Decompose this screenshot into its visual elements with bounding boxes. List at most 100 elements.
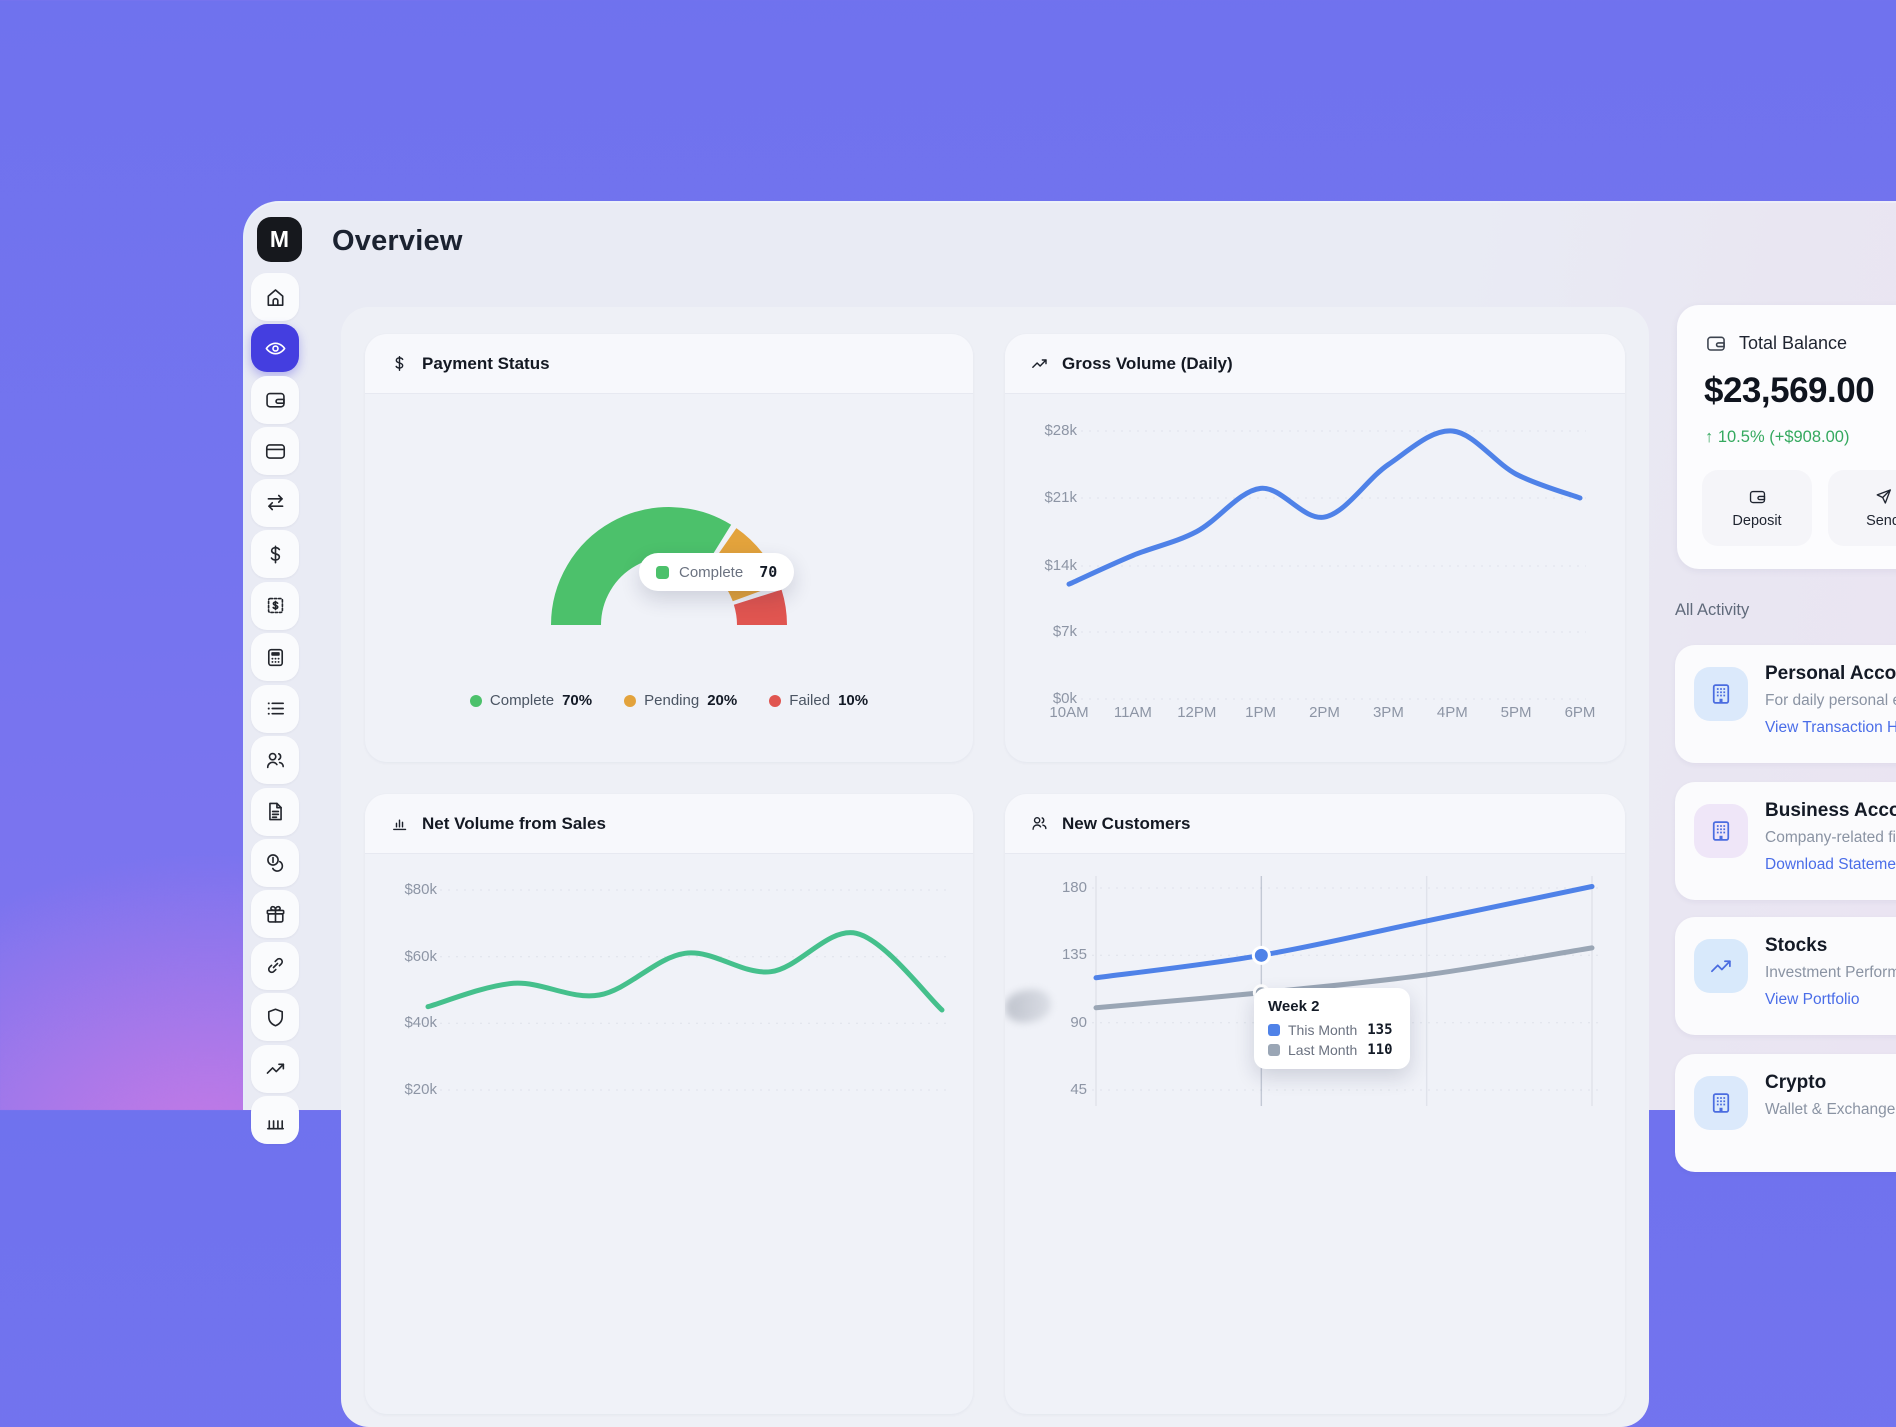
last-month-chip: [1268, 1044, 1280, 1056]
tooltip-row: Last Month 110: [1268, 1042, 1396, 1058]
coins-icon: [264, 851, 287, 874]
y-axis-label: 135: [1027, 946, 1087, 963]
all-activity-heading: All Activity: [1675, 601, 1749, 620]
sidebar-item-cards[interactable]: [251, 427, 299, 475]
activity-card-business-account[interactable]: Business Account Company-related finance…: [1675, 782, 1896, 900]
new-customers-header: New Customers: [1005, 794, 1625, 854]
main-content: Payment Status Complete 70 Complete 70% …: [341, 307, 1649, 1427]
activity-title: Business Account: [1765, 800, 1896, 822]
sidebar-item-calculator[interactable]: [251, 633, 299, 681]
tooltip-title: Week 2: [1268, 998, 1396, 1015]
sidebar-item-bank[interactable]: [251, 1096, 299, 1144]
sidebar-item-transactions[interactable]: [251, 685, 299, 733]
deposit-button[interactable]: Deposit: [1702, 470, 1812, 546]
transfer-arrows-icon: [264, 491, 287, 514]
series-this-month: [1096, 887, 1592, 978]
activity-link[interactable]: View Transaction History: [1765, 719, 1896, 737]
total-balance-head: Total Balance: [1705, 332, 1847, 354]
activity-title: Stocks: [1765, 935, 1827, 957]
net-volume-header: Net Volume from Sales: [365, 794, 973, 854]
legend-value: 10%: [838, 692, 868, 709]
y-axis-label: 45: [1027, 1081, 1087, 1098]
y-axis-label: $21k: [1017, 489, 1077, 506]
building-icon: [1694, 1076, 1748, 1130]
activity-subtitle: Wallet & Exchange: [1765, 1101, 1895, 1119]
sidebar-item-rewards[interactable]: [251, 890, 299, 938]
card-title: Net Volume from Sales: [422, 814, 606, 834]
sidebar-item-customers[interactable]: [251, 736, 299, 784]
x-axis-label: 6PM: [1554, 704, 1606, 721]
app-logo[interactable]: M: [257, 217, 302, 262]
this-month-chip: [1268, 1024, 1280, 1036]
sidebar-item-invoices[interactable]: [251, 582, 299, 630]
activity-subtitle: For daily personal expenses: [1765, 692, 1896, 710]
tooltip-value: 70: [759, 563, 777, 581]
gift-icon: [264, 903, 287, 926]
calculator-icon: [264, 646, 287, 669]
list-icon: [264, 697, 287, 720]
total-balance-change: ↑ 10.5% (+$908.00): [1705, 428, 1849, 447]
series-gross-volume: [1069, 431, 1580, 584]
activity-card-personal-account[interactable]: Personal Account For daily personal expe…: [1675, 645, 1896, 763]
activity-card-stocks[interactable]: Stocks Investment Performance View Portf…: [1675, 917, 1896, 1035]
y-axis-label: $20k: [377, 1081, 437, 1098]
legend-label: Complete: [490, 692, 554, 709]
card-title: Payment Status: [422, 354, 550, 374]
legend-item-pending: Pending 20%: [624, 692, 737, 709]
sidebar-item-overview[interactable]: [251, 324, 299, 372]
sidebar-item-payments[interactable]: [251, 530, 299, 578]
send-label: Send: [1866, 513, 1896, 529]
total-balance-label: Total Balance: [1739, 333, 1847, 354]
y-axis-label: $7k: [1017, 623, 1077, 640]
legend-item-complete: Complete 70%: [470, 692, 592, 709]
sidebar-item-integrations[interactable]: [251, 942, 299, 990]
new_customers-svg: [1005, 794, 1625, 1414]
y-axis-label: 180: [1027, 879, 1087, 896]
dollar-icon: [264, 543, 287, 566]
tooltip-value: 110: [1367, 1042, 1392, 1058]
home-icon: [264, 286, 287, 309]
bank-icon: [264, 1109, 287, 1132]
wallet-icon: [264, 388, 287, 411]
trending-up-icon: [1694, 939, 1748, 993]
card-title: New Customers: [1062, 814, 1190, 834]
wallet-icon: [1748, 487, 1767, 506]
legend-dot: [470, 695, 482, 707]
net-volume-card: Net Volume from Sales $80k$60k$40k$20k: [365, 794, 973, 1414]
activity-link[interactable]: Download Statements: [1765, 856, 1896, 874]
legend-label: Pending: [644, 692, 699, 709]
gross-volume-header: Gross Volume (Daily): [1005, 334, 1625, 394]
sidebar-item-security[interactable]: [251, 993, 299, 1041]
activity-link[interactable]: View Portfolio: [1765, 991, 1859, 1009]
x-axis-label: 1PM: [1235, 704, 1287, 721]
x-axis-label: 3PM: [1362, 704, 1414, 721]
building-icon: [1694, 667, 1748, 721]
series-net-volume: [428, 933, 942, 1010]
sidebar-item-analytics[interactable]: [251, 1045, 299, 1093]
gross-volume-card: Gross Volume (Daily) $28k$21k$14k$7k$0k1…: [1005, 334, 1625, 762]
net_volume-svg: [365, 794, 973, 1414]
card-title: Gross Volume (Daily): [1062, 354, 1233, 374]
tooltip-value: 135: [1367, 1022, 1392, 1038]
legend-label: Failed: [789, 692, 830, 709]
y-axis-label: $80k: [377, 881, 437, 898]
wallet-icon: [1705, 332, 1727, 354]
sidebar-item-wallet[interactable]: [251, 376, 299, 424]
tooltip-label: This Month: [1288, 1022, 1357, 1038]
sidebar-item-transfers[interactable]: [251, 479, 299, 527]
sidebar-item-coins[interactable]: [251, 839, 299, 887]
receipt-dollar-icon: [264, 594, 287, 617]
total-balance-card: Total Balance $23,569.00 ↑ 10.5% (+$908.…: [1677, 305, 1896, 569]
activity-title: Personal Account: [1765, 663, 1896, 685]
legend-dot: [624, 695, 636, 707]
sidebar-item-documents[interactable]: [251, 788, 299, 836]
new-customers-card: New Customers 1801359045 Week 2 This Mon…: [1005, 794, 1625, 1414]
dollar-icon: [389, 354, 409, 374]
sidebar-item-home[interactable]: [251, 273, 299, 321]
customers-tooltip: Week 2 This Month 135 Last Month 110: [1254, 988, 1410, 1069]
trending-up-icon: [1029, 354, 1049, 374]
send-button[interactable]: Send: [1828, 470, 1896, 546]
shield-icon: [264, 1006, 287, 1029]
x-axis-label: 10AM: [1043, 704, 1095, 721]
activity-card-crypto[interactable]: Crypto Wallet & Exchange: [1675, 1054, 1896, 1172]
